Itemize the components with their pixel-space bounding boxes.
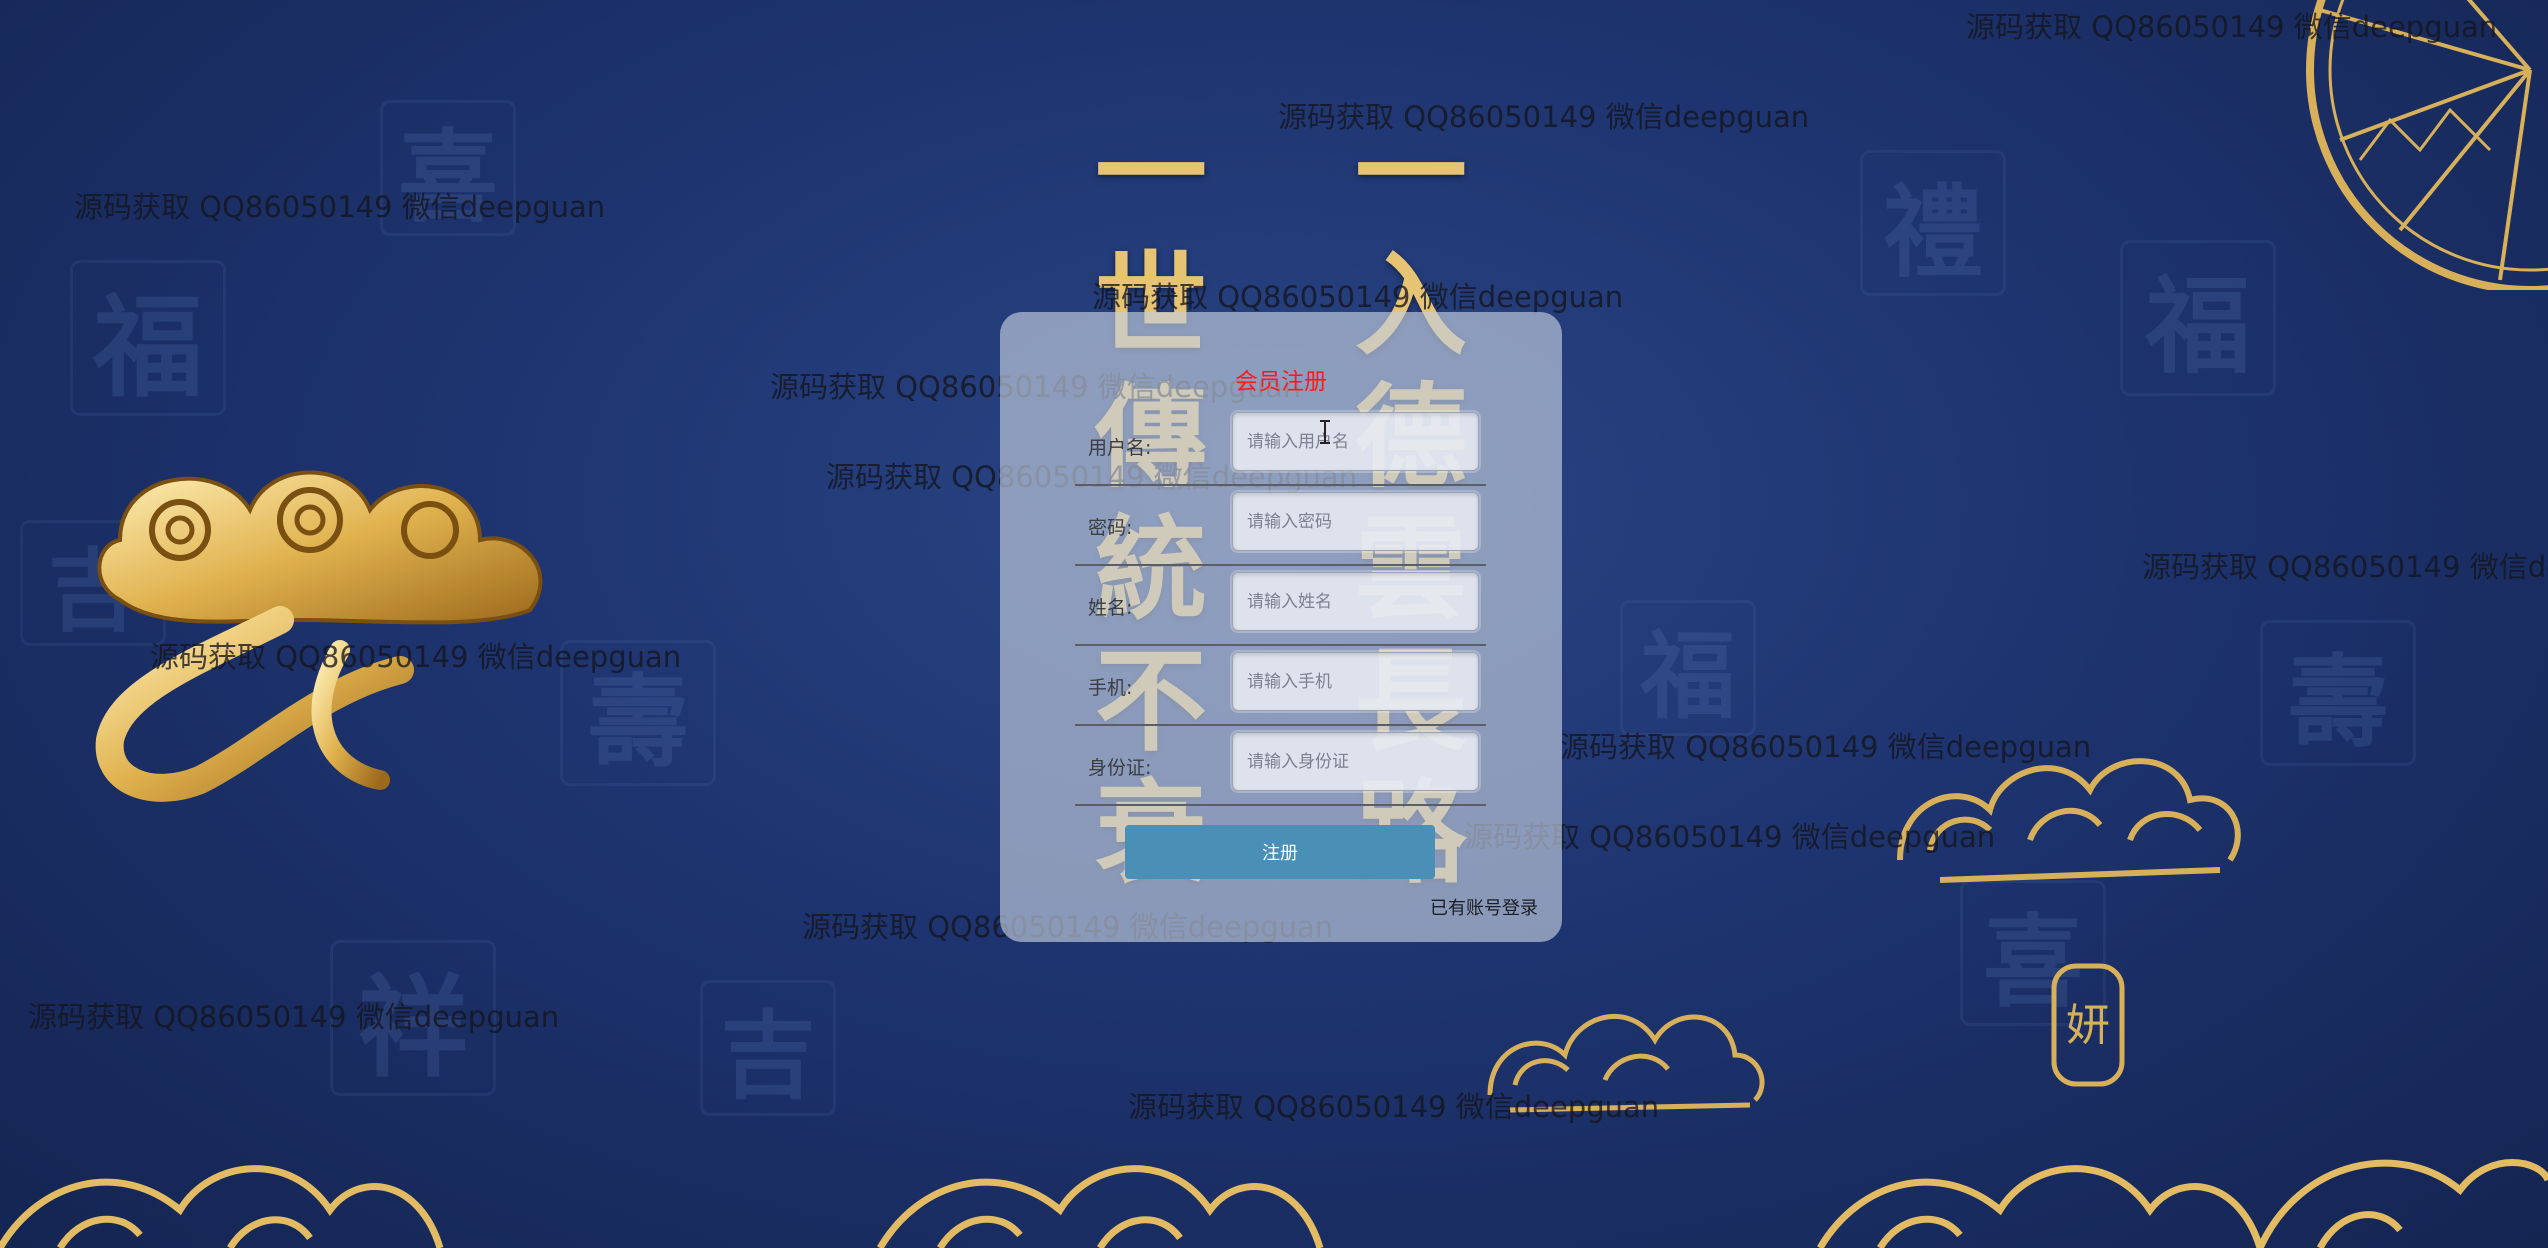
seal-char: 妍	[2066, 1000, 2110, 1051]
golden-wave-right	[1897, 758, 2241, 883]
name-label: 姓名:	[1088, 597, 1133, 619]
watermark: 源码获取 QQ86050149 微信deepguan	[1560, 730, 2092, 764]
password-label: 密码:	[1088, 517, 1133, 539]
register-panel: 会员注册 用户名: 密码: 姓名: 手机: 身份证: 注册 已有账号登录	[1000, 312, 1562, 942]
bg-tile: 福	[1620, 600, 1756, 736]
id-card-row: 身份证:	[1075, 726, 1486, 806]
id-card-label: 身份证:	[1088, 757, 1152, 779]
id-card-input[interactable]	[1232, 732, 1479, 791]
watermark: 源码获取 QQ86050149 微信deepguan	[1092, 280, 1624, 314]
password-row: 密码:	[1075, 486, 1486, 566]
username-label: 用户名:	[1088, 437, 1152, 459]
bg-tile: 吉	[700, 980, 836, 1116]
golden-cloud-left	[95, 470, 543, 802]
panel-title: 会员注册	[1235, 369, 1327, 395]
register-button[interactable]: 注册	[1125, 825, 1435, 879]
login-link[interactable]: 已有账号登录	[1430, 894, 1538, 920]
username-input[interactable]	[1232, 412, 1479, 471]
bg-tile: 壽	[2260, 620, 2416, 766]
watermark: 源码获取 QQ86050149 微信deepguan	[150, 640, 682, 674]
phone-input[interactable]	[1232, 652, 1479, 711]
watermark: 源码获取 QQ86050149 微信deepguan	[28, 1000, 560, 1034]
phone-row: 手机:	[1075, 646, 1486, 726]
golden-waves-bottom	[0, 1159, 2548, 1248]
password-input[interactable]	[1232, 492, 1479, 551]
bg-tile: 禮	[1860, 150, 2006, 296]
watermark: 源码获取 QQ86050149 微信deepguan	[1128, 1090, 1660, 1124]
text-cursor-icon	[1320, 420, 1330, 444]
name-input[interactable]	[1232, 572, 1479, 631]
watermark: 源码获取 QQ86050149 微信deepguan	[1278, 100, 1810, 134]
phone-label: 手机:	[1088, 677, 1133, 699]
watermark: 源码获取 QQ86050149 微信deepguan	[74, 190, 606, 224]
username-row: 用户名:	[1075, 406, 1486, 486]
calligraphy-char: 一	[1095, 108, 1207, 239]
seal-icon: 妍	[2051, 963, 2125, 1087]
bg-tile: 福	[70, 260, 226, 416]
name-row: 姓名:	[1075, 566, 1486, 646]
watermark: 源码获取 QQ86050149 微信deepguan	[2142, 550, 2548, 584]
watermark: 源码获取 QQ86050149 微信deepguan	[1966, 10, 2498, 44]
